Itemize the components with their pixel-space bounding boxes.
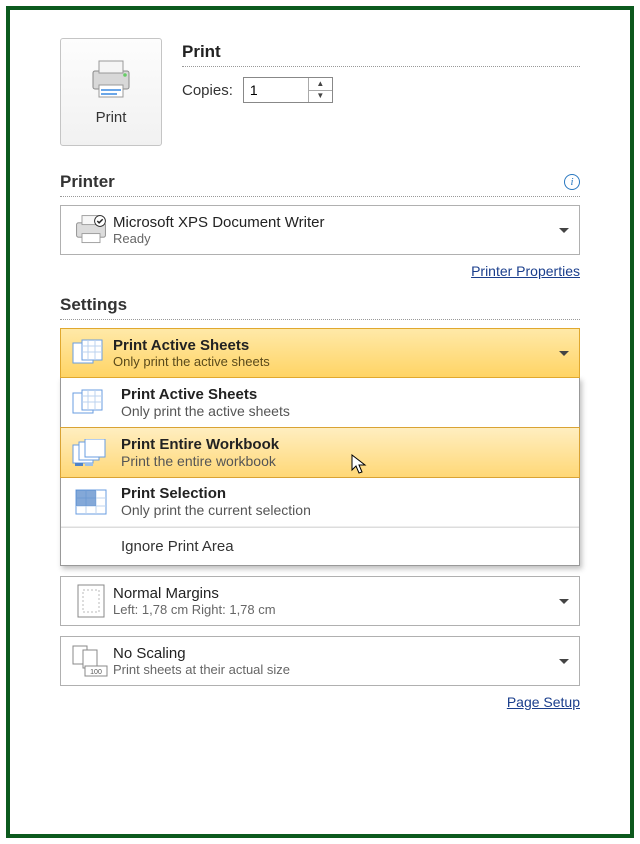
copies-label: Copies: [182, 82, 233, 99]
workbook-icon [72, 439, 110, 467]
option-sub: Only print the active sheets [121, 403, 571, 419]
scaling-icon: 100 [71, 644, 111, 678]
print-button-label: Print [96, 109, 127, 126]
info-icon[interactable]: i [564, 174, 580, 190]
print-button[interactable]: Print [60, 38, 162, 146]
what-to-print-menu: Print Active Sheets Only print the activ… [60, 377, 580, 566]
printer-device-icon [73, 212, 109, 248]
menu-item-print-entire-workbook[interactable]: Print Entire Workbook Print the entire w… [60, 427, 580, 478]
margins-dropdown[interactable]: Normal Margins Left: 1,78 cm Right: 1,78… [60, 576, 580, 626]
top-row: Print Print Copies: ▲ ▼ [60, 38, 580, 146]
printer-title: Printer [60, 172, 115, 192]
sheets-icon [72, 389, 110, 417]
sheets-icon [72, 339, 110, 367]
option-title: Print Selection [121, 485, 571, 502]
printer-name: Microsoft XPS Document Writer [113, 214, 571, 231]
print-title: Print [182, 42, 580, 67]
scaling-title: No Scaling [113, 645, 571, 662]
copies-input[interactable] [244, 78, 308, 102]
copies-down-icon[interactable]: ▼ [309, 91, 332, 103]
margins-title: Normal Margins [113, 585, 571, 602]
chevron-down-icon [559, 228, 569, 233]
menu-item-print-active-sheets[interactable]: Print Active Sheets Only print the activ… [61, 378, 579, 428]
page-setup-link[interactable]: Page Setup [507, 694, 580, 710]
scaling-dropdown[interactable]: 100 No Scaling Print sheets at their act… [60, 636, 580, 686]
option-sub: Only print the current selection [121, 502, 571, 518]
margins-icon [76, 583, 106, 619]
option-sub: Print the entire workbook [121, 453, 571, 469]
what-to-print-dropdown[interactable]: Print Active Sheets Only print the activ… [60, 328, 580, 378]
scaling-sub: Print sheets at their actual size [113, 662, 571, 677]
option-title: Print Active Sheets [121, 386, 571, 403]
svg-text:100: 100 [90, 669, 102, 676]
copies-spinner[interactable]: ▲ ▼ [243, 77, 333, 103]
print-backstage-panel: Print Print Copies: ▲ ▼ Printer i [6, 6, 634, 838]
chevron-down-icon [559, 659, 569, 664]
printer-properties-link[interactable]: Printer Properties [471, 263, 580, 279]
what-to-print-sub: Only print the active sheets [113, 354, 571, 369]
printer-status: Ready [113, 231, 571, 246]
copies-row: Copies: ▲ ▼ [182, 77, 580, 103]
option-title: Print Entire Workbook [121, 436, 571, 453]
selection-icon [72, 488, 110, 516]
copies-up-icon[interactable]: ▲ [309, 78, 332, 91]
settings-header: Settings [60, 295, 580, 320]
printer-dropdown[interactable]: Microsoft XPS Document Writer Ready [60, 205, 580, 255]
what-to-print-title: Print Active Sheets [113, 337, 571, 354]
chevron-down-icon [559, 599, 569, 604]
menu-item-print-selection[interactable]: Print Selection Only print the current s… [61, 477, 579, 527]
printer-header: Printer i [60, 172, 580, 197]
chevron-down-icon [559, 351, 569, 356]
copies-arrows[interactable]: ▲ ▼ [308, 78, 332, 102]
printer-icon [87, 59, 135, 99]
print-header: Print Copies: ▲ ▼ [182, 38, 580, 146]
menu-item-ignore-print-area[interactable]: Ignore Print Area [61, 527, 579, 565]
margins-sub: Left: 1,78 cm Right: 1,78 cm [113, 602, 571, 617]
settings-title: Settings [60, 295, 127, 315]
